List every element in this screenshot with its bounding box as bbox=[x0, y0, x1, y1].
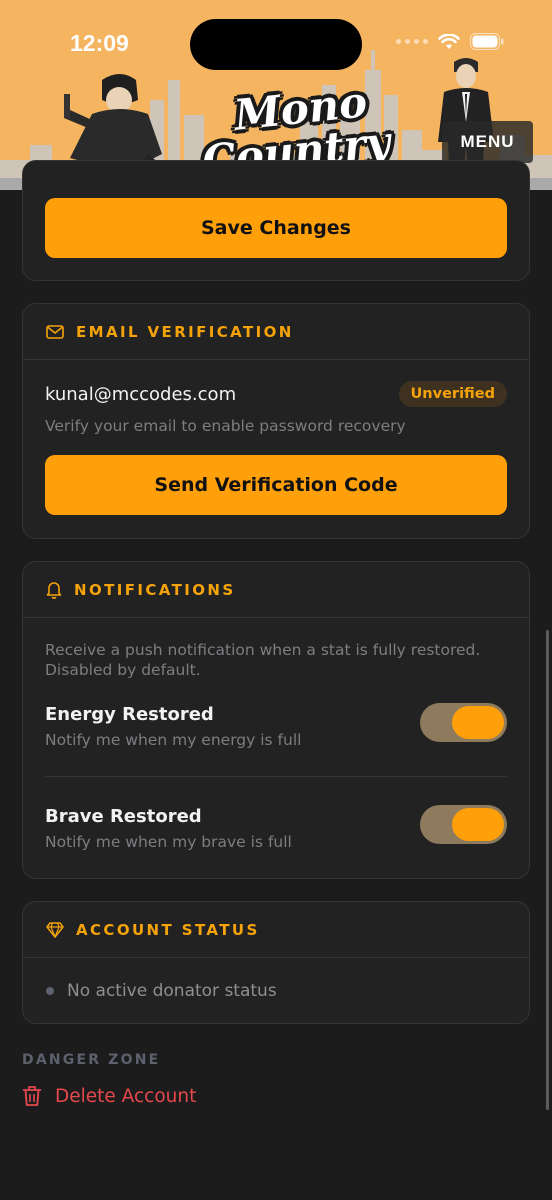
notifications-header: NOTIFICATIONS bbox=[23, 562, 529, 618]
verification-status-badge: Unverified bbox=[398, 381, 507, 407]
email-verification-card: EMAIL VERIFICATION kunal@mccodes.com Unv… bbox=[22, 303, 530, 539]
send-verification-code-button[interactable]: Send Verification Code bbox=[45, 455, 507, 515]
donator-status-text: No active donator status bbox=[67, 981, 277, 1001]
delete-account-label: Delete Account bbox=[55, 1085, 197, 1107]
account-status-card: ACCOUNT STATUS No active donator status bbox=[22, 901, 530, 1024]
notifications-title: NOTIFICATIONS bbox=[74, 580, 236, 599]
brave-restored-subtitle: Notify me when my brave is full bbox=[45, 833, 292, 851]
save-changes-button[interactable]: Save Changes bbox=[45, 198, 507, 258]
trash-icon bbox=[23, 1086, 41, 1106]
battery-icon bbox=[470, 33, 504, 50]
status-bar-icons bbox=[396, 33, 504, 50]
email-verification-title: EMAIL VERIFICATION bbox=[76, 322, 294, 341]
signal-icon bbox=[396, 39, 428, 44]
email-hint: Verify your email to enable password rec… bbox=[45, 417, 406, 435]
menu-button[interactable]: MENU bbox=[442, 121, 533, 163]
bell-icon bbox=[46, 581, 62, 599]
email-verification-header: EMAIL VERIFICATION bbox=[23, 304, 529, 360]
delete-account-button[interactable]: Delete Account bbox=[22, 1085, 196, 1107]
diamond-icon bbox=[46, 921, 64, 938]
email-address: kunal@mccodes.com bbox=[45, 384, 237, 405]
divider bbox=[45, 776, 507, 777]
status-dot bbox=[46, 987, 54, 995]
account-status-title: ACCOUNT STATUS bbox=[76, 920, 260, 939]
notifications-description: Receive a push notification when a stat … bbox=[45, 641, 481, 679]
energy-restored-title: Energy Restored bbox=[45, 704, 214, 725]
wifi-icon bbox=[438, 33, 460, 49]
toggle-knob bbox=[452, 706, 504, 739]
brave-restored-title: Brave Restored bbox=[45, 806, 202, 827]
profile-card: Save Changes bbox=[22, 160, 530, 281]
energy-restored-subtitle: Notify me when my energy is full bbox=[45, 731, 302, 749]
brave-restored-toggle[interactable] bbox=[420, 805, 507, 844]
mail-icon bbox=[46, 324, 64, 339]
account-status-header: ACCOUNT STATUS bbox=[23, 902, 529, 958]
status-bar-time: 12:09 bbox=[70, 30, 129, 56]
scrollbar[interactable] bbox=[546, 630, 549, 1110]
energy-restored-toggle[interactable] bbox=[420, 703, 507, 742]
toggle-knob bbox=[452, 808, 504, 841]
notifications-card: NOTIFICATIONS Receive a push notificatio… bbox=[22, 561, 530, 879]
danger-zone-heading: DANGER ZONE bbox=[22, 1052, 161, 1068]
dynamic-island bbox=[190, 19, 362, 70]
